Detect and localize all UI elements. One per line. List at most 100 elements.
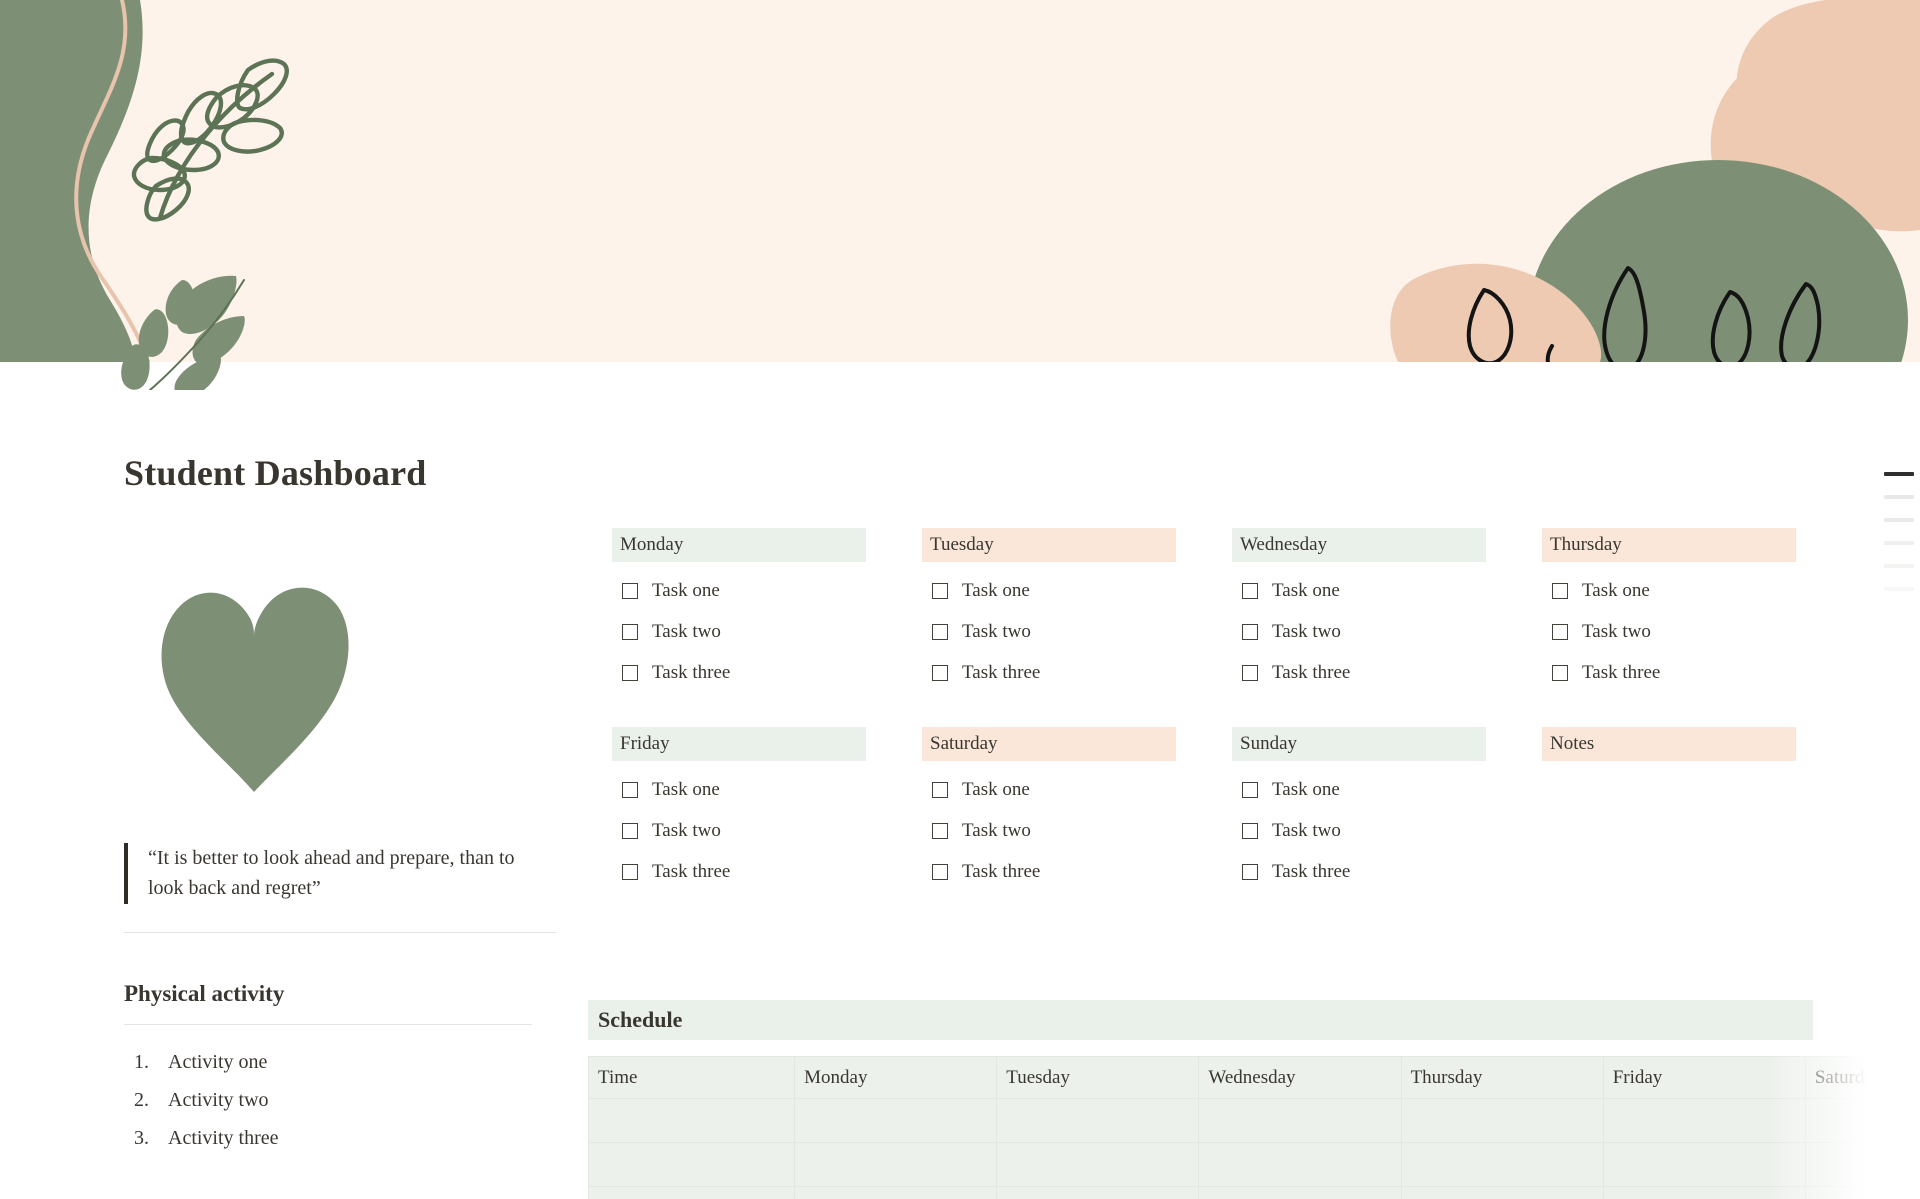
checkbox-icon[interactable] <box>622 781 638 798</box>
task-row[interactable]: Task two <box>612 611 866 652</box>
checkbox-icon[interactable] <box>932 781 948 798</box>
checkbox-icon[interactable] <box>622 664 638 681</box>
page-nav-bar[interactable] <box>1884 587 1914 591</box>
table-cell[interactable] <box>1198 1142 1402 1187</box>
schedule-title: Schedule <box>588 1000 1813 1040</box>
table-cell[interactable] <box>588 1186 796 1199</box>
checkbox-icon[interactable] <box>622 822 638 839</box>
task-label: Task one <box>1272 579 1340 601</box>
checkbox-icon[interactable] <box>1242 582 1258 599</box>
checkbox-icon[interactable] <box>1552 582 1568 599</box>
table-row[interactable] <box>588 1098 1920 1143</box>
day-card-title[interactable]: Monday <box>612 528 866 562</box>
checkbox-icon[interactable] <box>932 863 948 880</box>
checkbox-icon[interactable] <box>622 623 638 640</box>
table-cell[interactable] <box>1804 1186 1920 1199</box>
column-header-tuesday[interactable]: Tuesday <box>996 1056 1200 1099</box>
task-row[interactable]: Task one <box>922 769 1176 810</box>
task-list: Task one Task two Task three <box>922 570 1176 693</box>
page-nav-bar[interactable] <box>1884 564 1914 568</box>
checkbox-icon[interactable] <box>1552 623 1568 640</box>
table-cell[interactable] <box>1198 1186 1402 1199</box>
column-header-thursday[interactable]: Thursday <box>1400 1056 1604 1099</box>
task-row[interactable]: Task one <box>1232 570 1486 611</box>
task-row[interactable]: Task one <box>1232 769 1486 810</box>
list-item[interactable]: 1. Activity one <box>124 1043 556 1081</box>
checkbox-icon[interactable] <box>1242 822 1258 839</box>
task-row[interactable]: Task three <box>922 652 1176 693</box>
checkbox-icon[interactable] <box>932 582 948 599</box>
day-card-title[interactable]: Wednesday <box>1232 528 1486 562</box>
checkbox-icon[interactable] <box>1242 623 1258 640</box>
column-header-monday[interactable]: Monday <box>794 1056 998 1099</box>
table-cell[interactable] <box>1804 1098 1920 1143</box>
heart-icon <box>161 587 349 792</box>
checkbox-icon[interactable] <box>622 582 638 599</box>
task-row[interactable]: Task one <box>922 570 1176 611</box>
task-row[interactable]: Task one <box>612 570 866 611</box>
task-row[interactable]: Task one <box>612 769 866 810</box>
table-row[interactable] <box>588 1142 1920 1187</box>
table-cell[interactable] <box>794 1098 998 1143</box>
task-label: Task three <box>1272 661 1351 683</box>
task-row[interactable]: Task two <box>1232 611 1486 652</box>
checkbox-icon[interactable] <box>932 623 948 640</box>
checkbox-icon[interactable] <box>932 664 948 681</box>
day-card-tuesday: Tuesday Task one Task two Task three <box>922 528 1176 693</box>
task-list: Task one Task two Task three <box>1232 570 1486 693</box>
list-item[interactable]: 3. Activity three <box>124 1119 556 1157</box>
task-row[interactable]: Task one <box>1542 570 1796 611</box>
task-row[interactable]: Task three <box>922 851 1176 892</box>
table-cell[interactable] <box>1400 1142 1604 1187</box>
task-row[interactable]: Task two <box>612 810 866 851</box>
table-cell[interactable] <box>588 1098 796 1143</box>
activity-number: 2. <box>134 1088 149 1111</box>
column-header-wednesday[interactable]: Wednesday <box>1198 1056 1402 1099</box>
table-cell[interactable] <box>996 1098 1200 1143</box>
day-card-title[interactable]: Saturday <box>922 727 1176 761</box>
schedule-table-scroll[interactable]: Time Monday Tuesday Wednesday Thursday F… <box>588 1056 1920 1199</box>
table-cell[interactable] <box>1602 1098 1806 1143</box>
checkbox-icon[interactable] <box>1242 664 1258 681</box>
page-nav-bar[interactable] <box>1884 495 1914 499</box>
table-cell[interactable] <box>1602 1142 1806 1187</box>
table-cell[interactable] <box>1400 1098 1604 1143</box>
task-row[interactable]: Task two <box>1542 611 1796 652</box>
checkbox-icon[interactable] <box>1552 664 1568 681</box>
task-row[interactable]: Task three <box>612 851 866 892</box>
table-cell[interactable] <box>1400 1186 1604 1199</box>
table-row[interactable] <box>588 1186 1920 1199</box>
checkbox-icon[interactable] <box>932 822 948 839</box>
checkbox-icon[interactable] <box>1242 781 1258 798</box>
table-cell[interactable] <box>1198 1098 1402 1143</box>
list-item[interactable]: 2. Activity two <box>124 1081 556 1119</box>
table-cell[interactable] <box>794 1142 998 1187</box>
task-row[interactable]: Task two <box>922 611 1176 652</box>
column-header-time[interactable]: Time <box>588 1056 796 1099</box>
task-row[interactable]: Task three <box>1542 652 1796 693</box>
column-header-friday[interactable]: Friday <box>1602 1056 1806 1099</box>
notes-card-title[interactable]: Notes <box>1542 727 1796 761</box>
page-nav-bar[interactable] <box>1884 518 1914 522</box>
task-row[interactable]: Task two <box>1232 810 1486 851</box>
day-card-title[interactable]: Thursday <box>1542 528 1796 562</box>
day-card-saturday: Saturday Task one Task two Task three <box>922 727 1176 892</box>
table-cell[interactable] <box>996 1186 1200 1199</box>
column-header-saturday[interactable]: Saturday <box>1804 1056 1920 1099</box>
table-cell[interactable] <box>1804 1142 1920 1187</box>
table-cell[interactable] <box>996 1142 1200 1187</box>
task-row[interactable]: Task two <box>922 810 1176 851</box>
page-nav-bar-active[interactable] <box>1884 472 1914 476</box>
task-row[interactable]: Task three <box>1232 652 1486 693</box>
page-nav-bar[interactable] <box>1884 541 1914 545</box>
table-cell[interactable] <box>794 1186 998 1199</box>
checkbox-icon[interactable] <box>622 863 638 880</box>
day-card-title[interactable]: Friday <box>612 727 866 761</box>
table-cell[interactable] <box>588 1142 796 1187</box>
checkbox-icon[interactable] <box>1242 863 1258 880</box>
table-cell[interactable] <box>1602 1186 1806 1199</box>
task-row[interactable]: Task three <box>612 652 866 693</box>
task-row[interactable]: Task three <box>1232 851 1486 892</box>
day-card-title[interactable]: Tuesday <box>922 528 1176 562</box>
day-card-title[interactable]: Sunday <box>1232 727 1486 761</box>
